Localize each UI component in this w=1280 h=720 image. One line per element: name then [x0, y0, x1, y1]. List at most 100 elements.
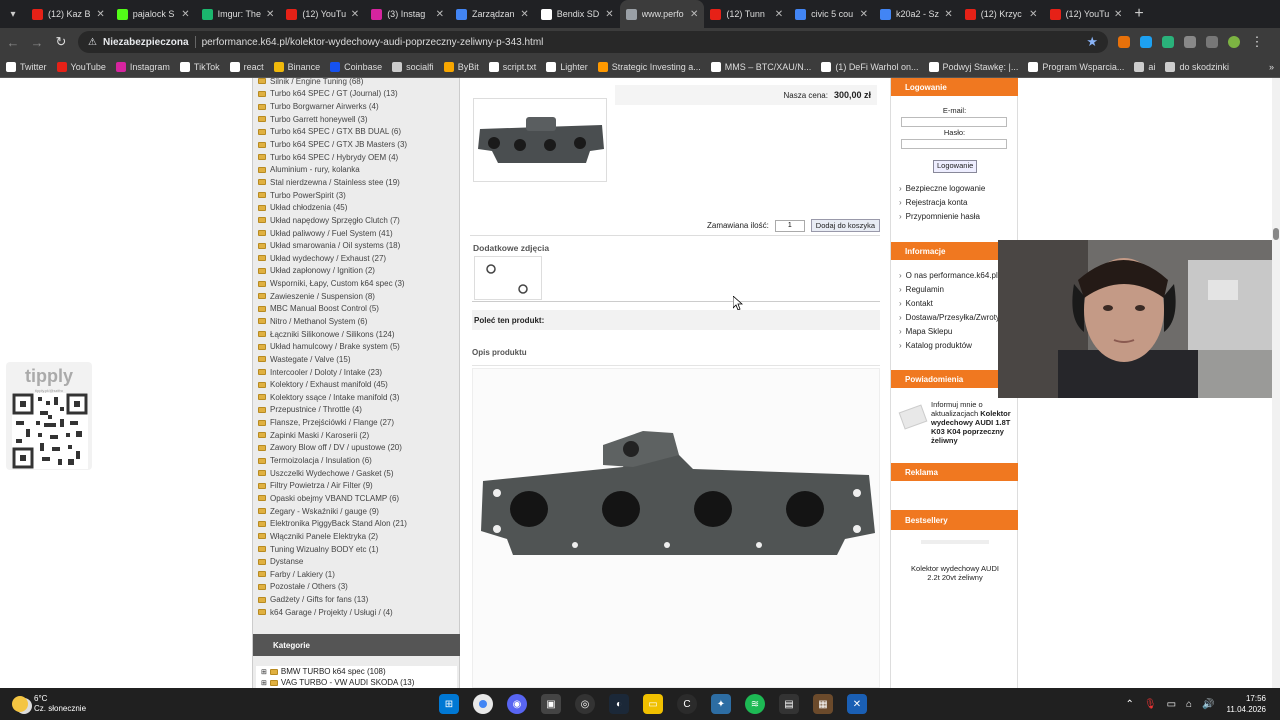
category-label[interactable]: Przepustnice / Throttle (4) [270, 405, 362, 414]
tab-close-icon[interactable]: ✕ [1029, 9, 1037, 20]
category-label[interactable]: Turbo PowerSpirit (3) [270, 191, 346, 200]
category-label[interactable]: Turbo k64 SPEC / GTX JB Masters (3) [270, 140, 407, 149]
password-field[interactable] [901, 139, 1007, 149]
info-link-about[interactable]: O nas performance.k64.pl [899, 271, 998, 280]
bookmark-item[interactable]: Podwyj Stawkę: |... [928, 61, 1018, 72]
category-label[interactable]: Wsporniki, Łapy, Custom k64 spec (3) [270, 279, 405, 288]
quantity-input[interactable] [774, 219, 805, 232]
info-link-catalog[interactable]: Katalog produktów [899, 341, 972, 350]
browser-tab[interactable]: (12) Tunn ✕ [704, 0, 789, 28]
tab-close-icon[interactable]: ✕ [520, 9, 528, 20]
category-label[interactable]: Zegary - Wskaźniki / gauge (9) [270, 507, 379, 516]
category-link[interactable]: Turbo Borgwarner Airwerks (4) [253, 100, 460, 113]
category-label[interactable]: Intercooler / Doloty / Intake (23) [270, 368, 382, 377]
clock[interactable]: 17:56 11.04.2026 [1227, 693, 1266, 715]
category-label[interactable]: Zapinki Maski / Karoserii (2) [270, 431, 369, 440]
category-label[interactable]: Nitro / Methanol System (6) [270, 317, 367, 326]
category-link[interactable]: Flansze, Przejściówki / Flange (27) [253, 416, 460, 429]
category-label[interactable]: Układ chłodzenia (45) [270, 203, 347, 212]
category-label[interactable]: Turbo Garrett honeywell (3) [270, 115, 368, 124]
downloads-icon[interactable] [1206, 36, 1218, 48]
microphone-icon[interactable]: 🎙 [1144, 699, 1157, 710]
category-link[interactable]: Turbo k64 SPEC / Hybrydy OEM (4) [253, 151, 460, 164]
file-explorer-icon[interactable]: ▭ [643, 694, 663, 714]
game-icon[interactable]: ▦ [813, 694, 833, 714]
browser-tab[interactable]: www.perfo ✕ [619, 0, 705, 28]
tab-title[interactable]: (12) Kaz B [48, 9, 91, 19]
app-icon[interactable]: ▣ [541, 694, 561, 714]
category-label[interactable]: Układ zapłonowy / Ignition (2) [270, 266, 375, 275]
kategorie-item-label[interactable]: VAG TURBO - VW AUDI SKODA (13) [281, 678, 415, 687]
category-link[interactable]: Farby / Lakiery (1) [253, 568, 460, 581]
category-link[interactable]: Turbo k64 SPEC / GTX JB Masters (3) [253, 138, 460, 151]
weather-widget[interactable]: 6°C Cz. słonecznie [12, 694, 432, 714]
tab-title[interactable]: Imgur: The [218, 9, 261, 19]
tab-list-button[interactable]: ▾ [0, 0, 26, 28]
category-link[interactable]: Układ napędowy Sprzęgło Clutch (7) [253, 214, 460, 227]
tab-close-icon[interactable]: ✕ [436, 9, 444, 20]
ccleaner-icon[interactable]: C [677, 694, 697, 714]
category-link[interactable]: Wastegate / Valve (15) [253, 353, 460, 366]
bestseller-item[interactable]: Kolektor wydechowy AUDI 2.2t 20vt żeliwn… [905, 564, 1005, 582]
category-link[interactable]: Pozostałe / Others (3) [253, 581, 460, 594]
info-link-shipping[interactable]: Dostawa/Przesyłka/Zwroty [899, 313, 1000, 322]
url-box[interactable]: ⚠ Niezabezpieczona performance.k64.pl/ko… [78, 31, 1108, 53]
browser-tab[interactable]: (12) YouTu ✕ [1044, 0, 1129, 28]
profile-avatar[interactable] [1228, 36, 1240, 48]
bookmark-label[interactable]: Binance [288, 62, 321, 72]
category-link[interactable]: Układ smarowania / Oil systems (18) [253, 239, 460, 252]
tab-close-icon[interactable]: ✕ [690, 9, 698, 20]
category-link[interactable]: Układ hamulcowy / Brake system (5) [253, 340, 460, 353]
category-link[interactable]: k64 Garage / Projekty / Usługi / (4) [253, 606, 460, 619]
info-link-sitemap[interactable]: Mapa Sklepu [899, 327, 953, 336]
category-link[interactable]: Aluminium - rury, kolanka [253, 163, 460, 176]
category-label[interactable]: Tuning Wizualny BODY etc (1) [270, 545, 378, 554]
category-label[interactable]: Gadżety / Gifts for fans (13) [270, 595, 368, 604]
category-link[interactable]: Tuning Wizualny BODY etc (1) [253, 543, 460, 556]
category-link[interactable]: Układ wydechowy / Exhaust (27) [253, 252, 460, 265]
bookmark-item[interactable]: script.txt [488, 61, 536, 72]
kategorie-item[interactable]: ⊞ VAG TURBO - VW AUDI SKODA (13) [256, 677, 457, 688]
browser-tab[interactable]: k20a2 - Sz ✕ [874, 0, 959, 28]
bookmark-item[interactable]: Twitter [6, 61, 47, 72]
category-link[interactable]: Stal nierdzewna / Stainless stee (19) [253, 176, 460, 189]
category-label[interactable]: Flansze, Przejściówki / Flange (27) [270, 418, 394, 427]
bookmark-item[interactable]: Instagram [115, 61, 170, 72]
category-link[interactable]: Zawory Blow off / DV / upustowe (20) [253, 442, 460, 455]
category-label[interactable]: Układ hamulcowy / Brake system (5) [270, 342, 400, 351]
category-label[interactable]: MBC Manual Boost Control (5) [270, 304, 379, 313]
category-link[interactable]: Układ chłodzenia (45) [253, 201, 460, 214]
browser-tab[interactable]: (12) Kaz B ✕ [26, 0, 111, 28]
extra-photo-thumbnail[interactable] [474, 256, 542, 300]
category-label[interactable]: Układ wydechowy / Exhaust (27) [270, 254, 386, 263]
category-label[interactable]: Wastegate / Valve (15) [270, 355, 350, 364]
info-link-contact[interactable]: Kontakt [899, 299, 933, 308]
category-link[interactable]: Elektronika PiggyBack Stand Alon (21) [253, 517, 460, 530]
envelope-icon[interactable] [898, 404, 928, 430]
category-label[interactable]: Dystanse [270, 557, 303, 566]
extension-blue-icon[interactable] [1140, 36, 1152, 48]
chrome-icon[interactable] [473, 694, 493, 714]
start-windows-icon[interactable]: ⊞ [439, 694, 459, 714]
category-label[interactable]: Układ paliwowy / Fuel System (41) [270, 229, 393, 238]
category-label[interactable]: Termoizolacja / Insulation (6) [270, 456, 372, 465]
category-label[interactable]: Elektronika PiggyBack Stand Alon (21) [270, 519, 407, 528]
bookmark-label[interactable]: Lighter [560, 62, 588, 72]
spotify-icon[interactable]: ≋ [745, 694, 765, 714]
tab-close-icon[interactable]: ✕ [775, 9, 783, 20]
expand-icon[interactable]: ⊞ [261, 679, 267, 687]
kategorie-item[interactable]: ⊞ BMW TURBO k64 spec (108) [256, 666, 457, 677]
tab-close-icon[interactable]: ✕ [1114, 9, 1122, 20]
category-link[interactable]: Silnik / Engine Tuning (68) [253, 78, 460, 88]
category-link[interactable]: Dystanse [253, 555, 460, 568]
tab-close-icon[interactable]: ✕ [605, 9, 613, 20]
category-link[interactable]: Zegary - Wskaźniki / gauge (9) [253, 505, 460, 518]
bookmark-label[interactable]: (1) DeFi Warhol on... [835, 62, 918, 72]
bookmark-label[interactable]: Instagram [130, 62, 170, 72]
bookmark-item[interactable]: socialfi [392, 61, 434, 72]
login-button[interactable]: Logowanie [933, 160, 978, 173]
warning-icon[interactable]: ⚠ [88, 37, 97, 48]
category-label[interactable]: Włączniki Panele Elektryka (2) [270, 532, 378, 541]
login-link-register[interactable]: Rejestracja konta [899, 198, 968, 207]
forward-icon[interactable]: → [30, 35, 44, 50]
